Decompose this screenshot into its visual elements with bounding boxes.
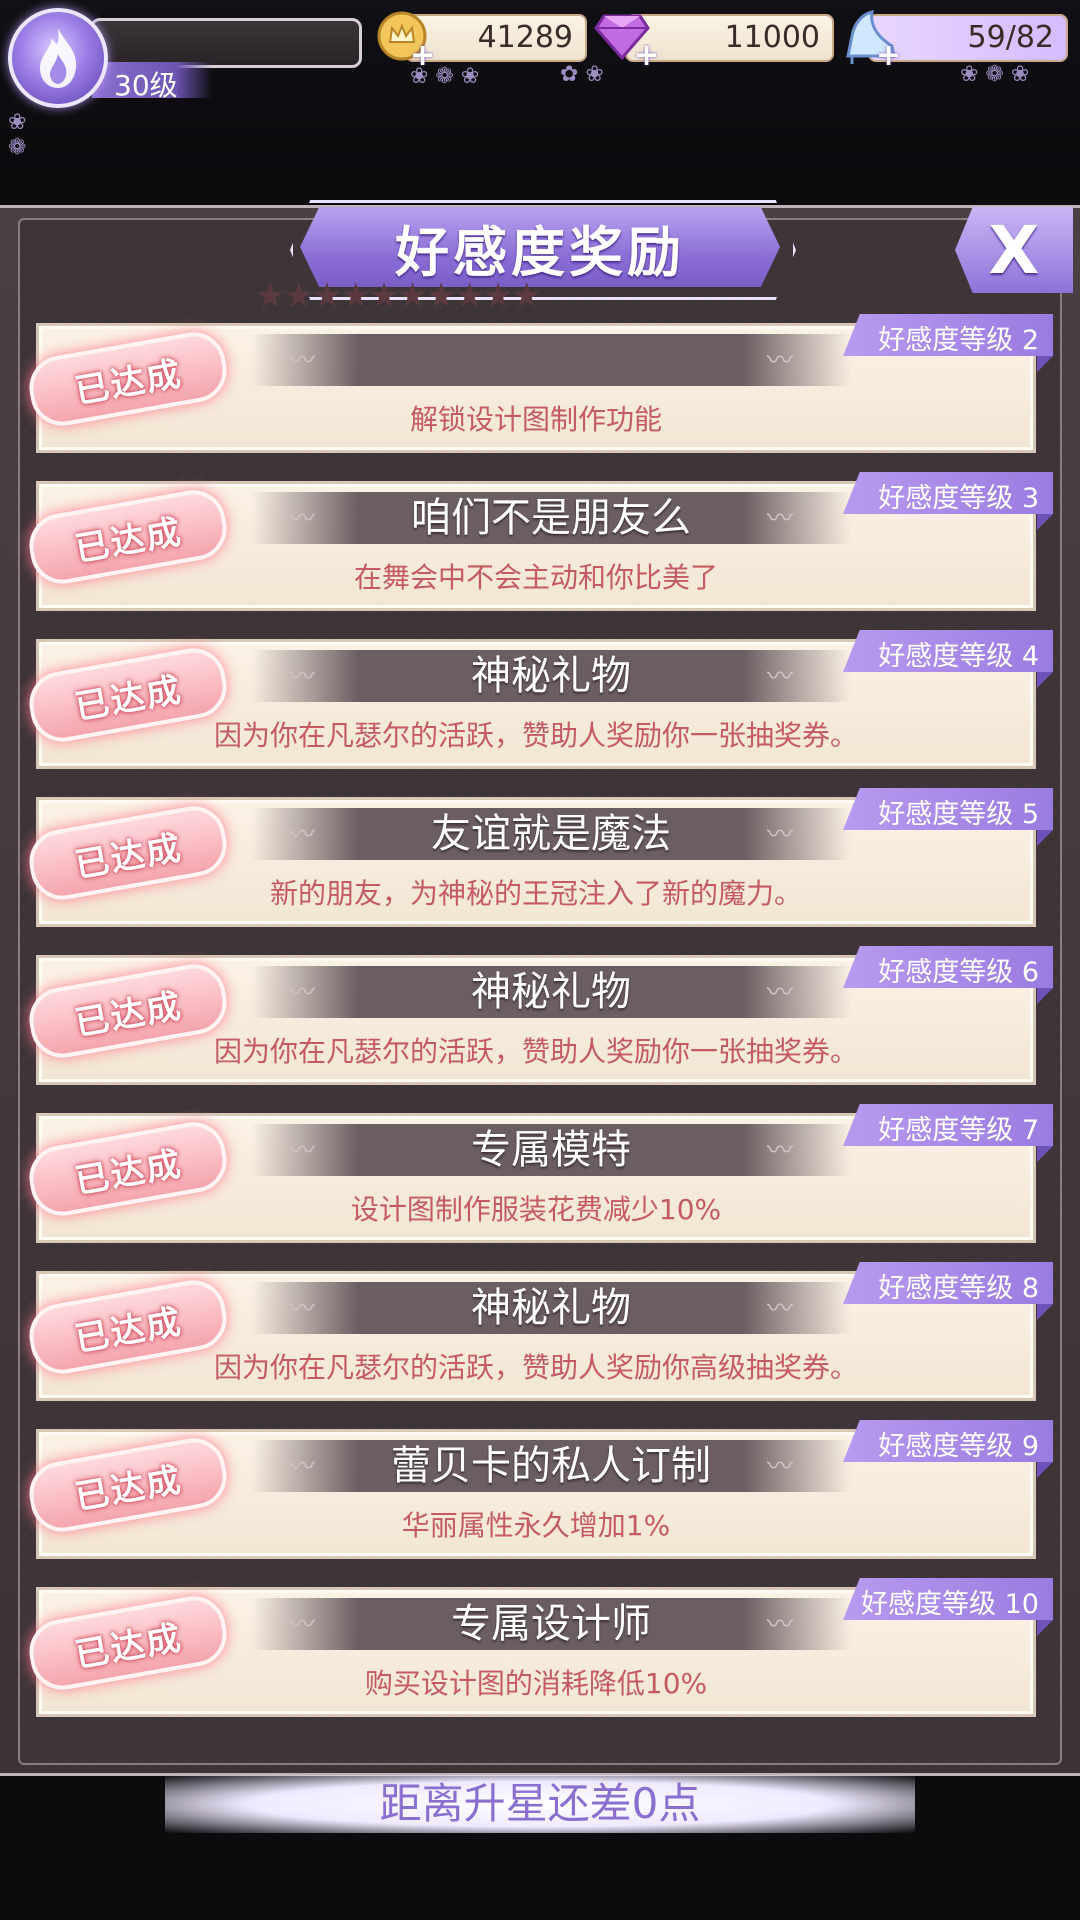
affinity-level-tag: 好感度等级 9 (843, 1420, 1053, 1462)
achieved-label: 已达成 (71, 985, 186, 1044)
reward-card: 〰 〰 神秘礼物 因为你在凡瑟尔的活跃，赞助人奖励你一张抽奖券。 已达成 好感度… (24, 946, 1053, 1085)
reward-description: 购买设计图的消耗降低10% (364, 1667, 708, 1700)
affinity-level-tag: 好感度等级 3 (843, 472, 1053, 514)
add-energy-button[interactable]: + (876, 38, 901, 73)
flame-icon (40, 28, 77, 88)
reward-card: 〰 〰 专属模特 设计图制作服装花费减少10% 已达成 好感度等级 7 (24, 1104, 1053, 1243)
achieved-label: 已达成 (71, 1301, 186, 1360)
reward-description: 因为你在凡瑟尔的活跃，赞助人奖励你高级抽奖券。 (213, 1351, 858, 1384)
reward-card: 〰 〰 咱们不是朋友么 在舞会中不会主动和你比美了 已达成 好感度等级 3 (24, 472, 1053, 611)
rose-vine-decoration: ❀ ❁ ❀ (410, 64, 480, 89)
affinity-level-tag: 好感度等级 4 (843, 630, 1053, 672)
player-avatar[interactable] (8, 8, 108, 108)
reward-card: 〰 〰 神秘礼物 因为你在凡瑟尔的活跃，赞助人奖励你高级抽奖券。 已达成 好感度… (24, 1262, 1053, 1401)
achieved-label: 已达成 (71, 511, 186, 570)
reward-description: 因为你在凡瑟尔的活跃，赞助人奖励你一张抽奖券。 (213, 1035, 858, 1068)
reward-title: 友谊就是魔法 (431, 811, 671, 857)
reward-title: 蕾贝卡的私人订制 (391, 1443, 711, 1489)
player-level-text: 30级 (114, 69, 178, 102)
reward-description: 解锁设计图制作功能 (409, 403, 662, 436)
affinity-level-label: 好感度等级 9 (878, 1431, 1039, 1462)
reward-card: 〰 〰 专属设计师 购买设计图的消耗降低10% 已达成 好感度等级 10 (24, 1578, 1053, 1717)
reward-description: 设计图制作服装花费减少10% (350, 1193, 722, 1226)
affinity-level-label: 好感度等级 2 (878, 325, 1039, 356)
achieved-label: 已达成 (71, 827, 186, 886)
panel-title: 好感度奖励 (395, 219, 685, 284)
energy-value: 59/82 (967, 20, 1054, 55)
affinity-level-label: 好感度等级 6 (878, 957, 1039, 988)
affinity-level-label: 好感度等级 10 (861, 1589, 1039, 1620)
reward-title: 专属模特 (471, 1127, 631, 1173)
achieved-label: 已达成 (71, 1143, 186, 1202)
stars-decoration: ★★★★★★★★★★ (255, 276, 542, 316)
reward-title: 神秘礼物 (471, 1285, 631, 1331)
achieved-label: 已达成 (71, 353, 186, 412)
star-up-progress-text: 距离升星还差0点 (379, 1779, 701, 1828)
reward-description: 在舞会中不会主动和你比美了 (353, 561, 718, 594)
reward-title: 专属设计师 (451, 1601, 651, 1647)
reward-description: 华丽属性永久增加1% (401, 1509, 671, 1542)
achieved-label: 已达成 (71, 1459, 186, 1518)
affinity-level-tag: 好感度等级 6 (843, 946, 1053, 988)
reward-card: 〰 〰 蕾贝卡的私人订制 华丽属性永久增加1% 已达成 好感度等级 9 (24, 1420, 1053, 1559)
close-icon: X (988, 211, 1040, 289)
affinity-level-tag: 好感度等级 2 (843, 314, 1053, 356)
player-name-bar (90, 18, 362, 68)
close-button[interactable]: X (955, 207, 1073, 293)
affinity-level-label: 好感度等级 8 (878, 1273, 1039, 1304)
reward-title: 咱们不是朋友么 (411, 495, 691, 541)
affinity-level-label: 好感度等级 7 (878, 1115, 1039, 1146)
reward-description: 新的朋友，为神秘的王冠注入了新的魔力。 (269, 877, 802, 910)
reward-card: 〰 〰 友谊就是魔法 新的朋友，为神秘的王冠注入了新的魔力。 已达成 好感度等级… (24, 788, 1053, 927)
reward-title: 神秘礼物 (471, 969, 631, 1015)
top-hud: 30级 41289 + 11000 + 59/82 + ❀ ❁ ❀ ✿ ❀ ❀ … (0, 0, 1080, 170)
rose-vine-decoration: ❀ ❁ (8, 110, 27, 160)
affinity-level-tag: 好感度等级 5 (843, 788, 1053, 830)
gold-value: 41289 (477, 20, 573, 55)
reward-description: 因为你在凡瑟尔的活跃，赞助人奖励你一张抽奖券。 (213, 719, 858, 752)
diamond-value: 11000 (724, 20, 820, 55)
affinity-level-label: 好感度等级 3 (878, 483, 1039, 514)
affinity-level-tag: 好感度等级 8 (843, 1262, 1053, 1304)
affinity-level-label: 好感度等级 4 (878, 641, 1039, 672)
rose-vine-decoration: ❀ ❁ ❀ (960, 62, 1030, 87)
reward-title: 神秘礼物 (471, 653, 631, 699)
add-diamond-button[interactable]: + (634, 38, 659, 73)
achieved-label: 已达成 (71, 669, 186, 728)
affinity-level-tag: 好感度等级 7 (843, 1104, 1053, 1146)
reward-card: 〰 〰 解锁设计图制作功能 已达成 好感度等级 2 (24, 314, 1053, 453)
affinity-level-tag: 好感度等级 10 (843, 1578, 1053, 1620)
affinity-level-label: 好感度等级 5 (878, 799, 1039, 830)
achieved-label: 已达成 (71, 1617, 186, 1676)
title-banner: 好感度奖励 (300, 207, 780, 287)
rose-vine-decoration: ✿ ❀ (560, 62, 604, 87)
reward-card: 〰 〰 神秘礼物 因为你在凡瑟尔的活跃，赞助人奖励你一张抽奖券。 已达成 好感度… (24, 630, 1053, 769)
reward-title (251, 332, 851, 388)
player-level-badge: 30级 (92, 62, 212, 102)
